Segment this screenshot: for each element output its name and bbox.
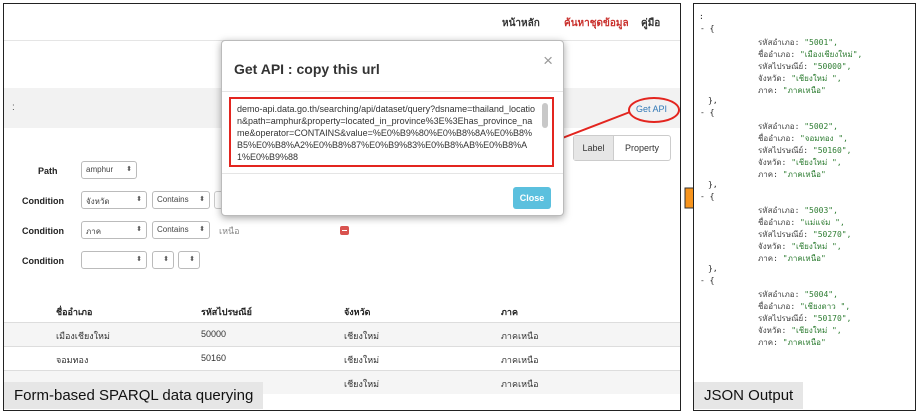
json-value: "ภาคเหนือ" (782, 338, 826, 347)
json-key: ชื่ออำเภอ: (758, 50, 800, 59)
json-key: ชื่ออำเภอ: (758, 302, 800, 311)
json-key: รหัสไปรษณีย์: (758, 230, 813, 239)
json-key: รหัสไปรษณีย์: (758, 146, 813, 155)
json-key: รหัสอำเภอ: (758, 206, 805, 215)
json-value: "จอมทอง ", (799, 134, 848, 143)
json-object-close: }, (708, 96, 718, 105)
right-caption: JSON Output (694, 382, 804, 409)
scrollbar[interactable] (542, 103, 548, 128)
json-value: "50170", (812, 314, 852, 323)
json-value: "ภาคเหนือ" (782, 170, 826, 179)
json-key: ชื่ออำเภอ: (758, 134, 800, 143)
json-value: "5004", (804, 290, 838, 299)
modal-divider (222, 173, 563, 174)
json-key: รหัสอำเภอ: (758, 290, 805, 299)
json-value: "5002", (804, 122, 838, 131)
json-field: ภาค: "ภาคเหนือ" (758, 84, 826, 97)
close-button[interactable]: Close (513, 187, 551, 209)
json-value: "5001", (804, 38, 838, 47)
json-value: "เชียงใหม่ ", (791, 158, 842, 167)
json-value: "เชียงใหม่ ", (791, 74, 842, 83)
json-object-open: - { (700, 192, 715, 201)
json-key: ชื่ออำเภอ: (758, 218, 800, 227)
json-key: จังหวัด: (758, 74, 792, 83)
json-object-close: }, (708, 180, 718, 189)
json-key: จังหวัด: (758, 158, 792, 167)
json-value: "เมืองเชียงใหม่", (799, 50, 863, 59)
json-key: รหัสอำเภอ: (758, 38, 805, 47)
json-object-open: - { (700, 108, 715, 117)
json-value: "เชียงใหม่ ", (791, 326, 842, 335)
json-key: รหัสอำเภอ: (758, 122, 805, 131)
api-url-textarea[interactable]: demo-api.data.go.th/searching/api/datase… (229, 97, 554, 167)
query-form-panel: หน้าหลัก ค้นหาชุดข้อมูล คู่มือ : Label P… (3, 3, 681, 411)
json-bracket: : (699, 12, 704, 21)
json-value: "เชียงดาว ", (799, 302, 851, 311)
json-key: ภาค: (758, 338, 783, 347)
json-field: ภาค: "ภาคเหนือ" (758, 168, 826, 181)
json-object-open: - { (700, 276, 715, 285)
json-key: จังหวัด: (758, 326, 792, 335)
json-value: "50160", (812, 146, 852, 155)
json-value: "50270", (812, 230, 852, 239)
json-key: จังหวัด: (758, 242, 792, 251)
json-object-close: }, (708, 264, 718, 273)
figure: หน้าหลัก ค้นหาชุดข้อมูล คู่มือ : Label P… (0, 0, 919, 414)
json-field: ภาค: "ภาคเหนือ" (758, 252, 826, 265)
json-value: "ภาคเหนือ" (782, 254, 826, 263)
modal-divider (222, 91, 563, 92)
json-value: "ภาคเหนือ" (782, 86, 826, 95)
json-key: ภาค: (758, 86, 783, 95)
json-value: "เชียงใหม่ ", (791, 242, 842, 251)
get-api-modal: Get API : copy this url × demo-api.data.… (221, 40, 564, 216)
json-key: ภาค: (758, 254, 783, 263)
modal-title: Get API : copy this url (234, 61, 380, 77)
json-key: ภาค: (758, 170, 783, 179)
json-object-open: - { (700, 24, 715, 33)
json-value: "แม่แจ่ม ", (799, 218, 845, 227)
json-key: รหัสไปรษณีย์: (758, 314, 813, 323)
json-value: "50000", (812, 62, 852, 71)
api-url: demo-api.data.go.th/searching/api/datase… (237, 104, 535, 162)
json-field: ภาค: "ภาคเหนือ" (758, 336, 826, 349)
json-key: รหัสไปรษณีย์: (758, 62, 813, 71)
json-value: "5003", (804, 206, 838, 215)
close-icon[interactable]: × (543, 51, 553, 71)
json-output-panel: : - { รหัสอำเภอ: "5001", ชื่ออำเภอ: "เมือง… (693, 3, 916, 411)
